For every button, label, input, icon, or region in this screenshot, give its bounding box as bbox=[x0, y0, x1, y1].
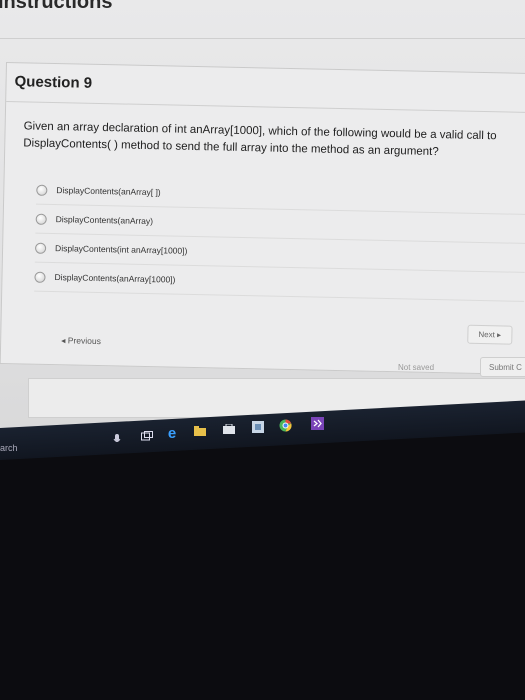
answer-option-label: DisplayContents(anArray[ ]) bbox=[56, 185, 161, 198]
radio-button[interactable] bbox=[35, 213, 47, 225]
chrome-icon[interactable] bbox=[278, 418, 292, 432]
app-icon[interactable] bbox=[251, 420, 265, 434]
browser-page: Instructions Question 9 Given an array d… bbox=[0, 0, 525, 430]
question-text: Given an array declaration of int anArra… bbox=[23, 118, 525, 163]
task-view-icon[interactable] bbox=[140, 429, 154, 443]
microphone-icon[interactable] bbox=[110, 432, 124, 446]
answer-option-label: DisplayContents(anArray[1000]) bbox=[54, 272, 176, 285]
question-card: Question 9 Given an array declaration of… bbox=[0, 62, 525, 376]
submit-button[interactable]: Submit C bbox=[480, 357, 525, 377]
store-icon[interactable] bbox=[222, 422, 236, 436]
page-title: Instructions bbox=[0, 0, 113, 13]
answer-option-label: DisplayContents(int anArray[1000]) bbox=[55, 243, 188, 256]
taskbar-search-label[interactable]: arch bbox=[0, 443, 18, 453]
answer-options: DisplayContents(anArray[ ]) DisplayConte… bbox=[34, 175, 525, 302]
edge-icon[interactable]: e bbox=[165, 425, 179, 442]
question-divider bbox=[6, 101, 525, 114]
previous-button[interactable]: ◂ Previous bbox=[55, 332, 107, 350]
visual-studio-icon[interactable] bbox=[310, 416, 324, 430]
question-title: Question 9 bbox=[14, 73, 93, 92]
save-status: Not saved bbox=[398, 363, 435, 372]
radio-button[interactable] bbox=[36, 184, 48, 196]
file-explorer-icon[interactable] bbox=[193, 424, 207, 438]
answer-option-label: DisplayContents(anArray) bbox=[55, 214, 154, 227]
radio-button[interactable] bbox=[34, 271, 46, 283]
header-divider bbox=[0, 38, 525, 39]
radio-button[interactable] bbox=[35, 242, 47, 254]
next-button[interactable]: Next ▸ bbox=[467, 324, 513, 345]
